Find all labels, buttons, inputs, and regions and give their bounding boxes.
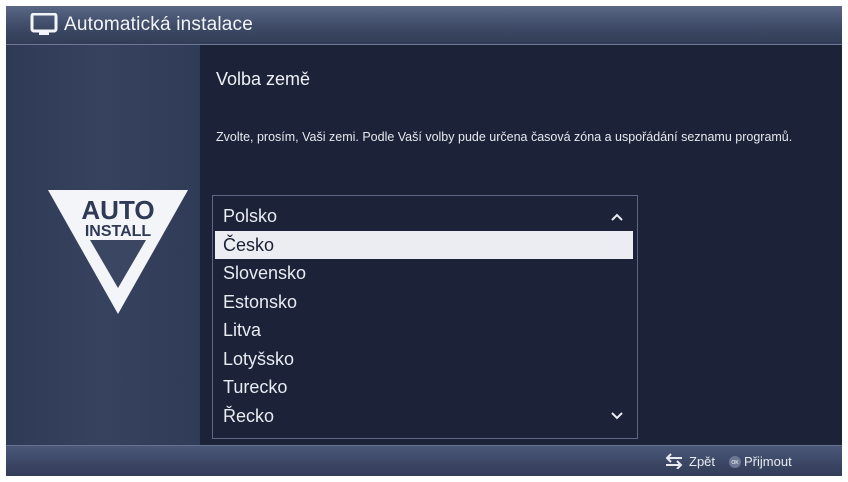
back-label[interactable]: Zpět [689, 454, 715, 469]
footer-bar: Zpět OK Přijmout [6, 445, 842, 476]
section-heading: Volba země [216, 69, 311, 89]
title-bar: Automatická instalace [6, 6, 842, 45]
list-item-selected[interactable]: Česko [215, 230, 633, 259]
main-content: Volba země Zvolte, prosím, Vaši zemi. Po… [200, 45, 842, 445]
list-item[interactable]: Turecko [215, 373, 633, 401]
scroll-down-icon[interactable] [609, 410, 625, 422]
instruction-text: Zvolte, prosím, Vaši zemi. Podle Vaší vo… [216, 130, 793, 144]
logo-text-install: INSTALL [85, 223, 152, 240]
accept-label[interactable]: Přijmout [744, 454, 792, 469]
ok-icon-text: OK [731, 460, 739, 466]
back-arrows-icon[interactable] [664, 453, 684, 469]
side-panel: AUTO INSTALL [6, 45, 200, 445]
app-window: Automatická instalace AUTO INSTALL Volba… [6, 6, 842, 476]
auto-install-logo: AUTO INSTALL [48, 190, 188, 314]
scroll-up-icon[interactable] [609, 211, 625, 223]
ok-button-icon[interactable]: OK [728, 455, 742, 469]
page-title: Automatická instalace [64, 14, 254, 35]
list-item[interactable]: Slovensko [215, 259, 633, 287]
list-item[interactable]: Řecko [215, 402, 633, 430]
list-item[interactable]: Lotyšsko [215, 345, 633, 373]
list-item[interactable]: Estonsko [215, 288, 633, 316]
list-item[interactable]: Polsko [215, 202, 633, 230]
tv-icon [30, 13, 58, 35]
country-list[interactable]: Polsko Česko Slovensko Estonsko Litva Lotyšsk… [212, 195, 638, 439]
list-item[interactable]: Litva [215, 316, 633, 344]
logo-text-auto: AUTO [81, 195, 154, 225]
